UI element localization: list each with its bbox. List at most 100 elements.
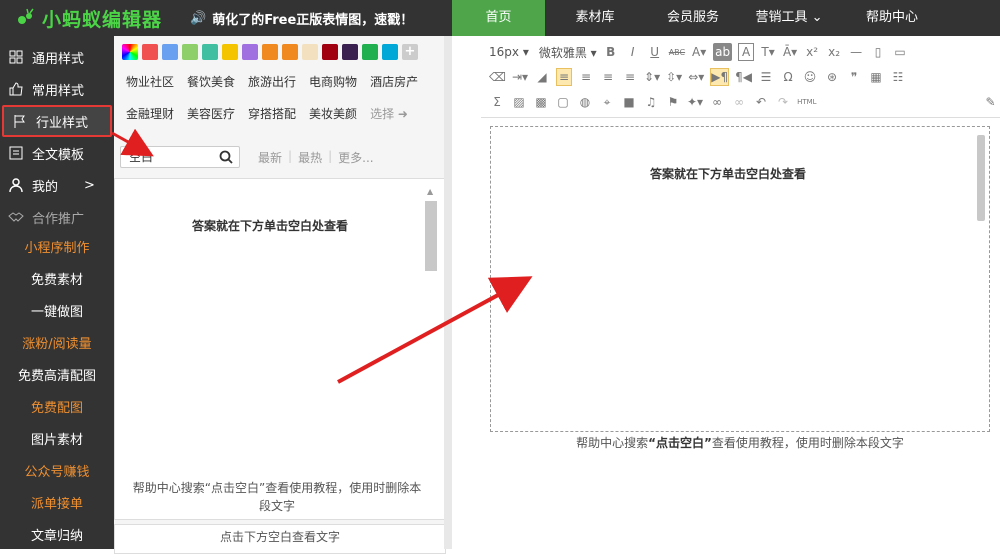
sort-hottest[interactable]: 最热 xyxy=(298,149,322,166)
list-icon[interactable]: ☰ xyxy=(758,68,774,86)
underline-icon[interactable]: U xyxy=(647,43,663,61)
link-icon[interactable]: ∞ xyxy=(709,93,725,111)
subscript-icon[interactable]: x₂ xyxy=(826,43,842,61)
italic-icon[interactable]: I xyxy=(625,43,641,61)
omega-icon[interactable]: Ω xyxy=(780,68,796,86)
nav-home[interactable]: 首页 xyxy=(452,0,545,36)
superscript-icon[interactable]: x² xyxy=(804,43,820,61)
app-logo[interactable]: 小蚂蚁编辑器 xyxy=(0,0,178,36)
search-input[interactable]: 空白 xyxy=(120,146,240,168)
nav-member[interactable]: 会员服务 xyxy=(645,0,741,36)
category-ecommerce[interactable]: 电商购物 xyxy=(309,74,357,90)
text-size-icon[interactable]: T▾ xyxy=(760,43,776,61)
search-icon[interactable] xyxy=(219,150,233,164)
align-left-icon[interactable]: ≡ xyxy=(556,68,573,86)
align-center-icon[interactable]: ≡ xyxy=(578,68,594,86)
category-select[interactable]: 选择 ➜ xyxy=(370,106,408,122)
color-swatch[interactable] xyxy=(142,44,158,60)
color-swatch[interactable] xyxy=(302,44,318,60)
sidebar-item-mine[interactable]: 我的 > xyxy=(0,169,114,201)
editor-scroll-thumb[interactable] xyxy=(977,135,985,221)
format-painter-icon[interactable]: ◢ xyxy=(534,68,550,86)
sidebar-link-miniprogram[interactable]: 小程序制作 xyxy=(0,233,114,265)
rtl-icon[interactable]: ¶◀ xyxy=(735,68,752,86)
color-swatch[interactable] xyxy=(242,44,258,60)
sidebar-link-hd-images[interactable]: 免费高清配图 xyxy=(0,361,114,393)
map-pin-icon[interactable]: ⌖ xyxy=(599,93,615,111)
sidebar-link-free-images[interactable]: 免费配图 xyxy=(0,393,114,425)
category-finance[interactable]: 金融理财 xyxy=(126,106,174,122)
justify-icon[interactable]: ≡ xyxy=(622,68,638,86)
magic-wand-icon[interactable]: ✦▾ xyxy=(687,93,703,111)
rainbow-swatch[interactable] xyxy=(122,44,138,60)
sort-more[interactable]: 更多... xyxy=(338,149,373,166)
editor-scrollbar[interactable] xyxy=(977,135,985,425)
style-card-second[interactable]: 点击下方空白查看文字 xyxy=(114,524,446,554)
eraser-icon[interactable]: ⌫ xyxy=(489,68,506,86)
color-swatch[interactable] xyxy=(222,44,238,60)
video-icon[interactable]: ■ xyxy=(621,93,637,111)
quote-icon[interactable]: ❞ xyxy=(846,68,862,86)
category-food[interactable]: 餐饮美食 xyxy=(187,74,235,90)
music-icon[interactable]: ♫ xyxy=(643,93,659,111)
bold-icon[interactable]: B xyxy=(603,43,619,61)
category-property[interactable]: 物业社区 xyxy=(126,74,174,90)
indent-icon[interactable]: ⇥▾ xyxy=(512,68,528,86)
sidebar-item-partner[interactable]: 合作推广 xyxy=(0,201,114,233)
sidebar-link-one-click[interactable]: 一键做图 xyxy=(0,297,114,329)
color-swatch[interactable] xyxy=(282,44,298,60)
html-icon[interactable]: HTML xyxy=(797,93,816,111)
emoji-icon[interactable]: ☺ xyxy=(802,68,818,86)
notice-banner[interactable]: 🔊 萌化了的Free正版表情图，速戳！ xyxy=(190,0,413,36)
font-size-select[interactable]: 16px ▾ xyxy=(489,45,529,59)
nav-help[interactable]: 帮助中心 xyxy=(837,0,947,36)
broom-icon[interactable]: ⚑ xyxy=(665,93,681,111)
category-outfit[interactable]: 穿搭搭配 xyxy=(248,106,296,122)
color-swatch[interactable] xyxy=(182,44,198,60)
horizontal-rule-icon[interactable]: — xyxy=(848,43,864,61)
color-swatch[interactable] xyxy=(262,44,278,60)
text-style-icon[interactable]: Ā▾ xyxy=(782,43,798,61)
search-replace-icon[interactable]: ⊛ xyxy=(824,68,840,86)
line-height-icon[interactable]: ⇕▾ xyxy=(644,68,660,86)
table-icon[interactable]: ▦ xyxy=(868,68,884,86)
sidebar-link-free-material[interactable]: 免费素材 xyxy=(0,265,114,297)
letter-spacing-icon[interactable]: ⇔▾ xyxy=(688,68,704,86)
color-swatch[interactable] xyxy=(342,44,358,60)
paragraph-direction-icon[interactable]: ▶¶ xyxy=(710,68,730,86)
sidebar-item-industry[interactable]: 行业样式 xyxy=(2,105,112,137)
image-gallery-icon[interactable]: ▩ xyxy=(533,93,549,111)
new-document-icon[interactable]: ▯ xyxy=(870,43,886,61)
frame-icon[interactable]: ▢ xyxy=(555,93,571,111)
border-text-icon[interactable]: A xyxy=(738,43,755,61)
sidebar-link-orders[interactable]: 派单接单 xyxy=(0,489,114,521)
undo-icon[interactable]: ↶ xyxy=(753,93,769,111)
paragraph-spacing-icon[interactable]: ⇳▾ xyxy=(666,68,682,86)
strikethrough-icon[interactable]: ABC xyxy=(669,43,685,61)
color-swatch[interactable] xyxy=(322,44,338,60)
category-hotel[interactable]: 酒店房产 xyxy=(370,74,418,90)
editor-content[interactable]: 答案就在下方单击空白处查看 xyxy=(490,126,990,432)
sidebar-link-followers[interactable]: 涨粉/阅读量 xyxy=(0,329,114,361)
panel-scrollbar[interactable] xyxy=(444,36,452,549)
sidebar-item-general[interactable]: 通用样式 xyxy=(0,41,114,73)
align-right-icon[interactable]: ≡ xyxy=(600,68,616,86)
redo-icon[interactable]: ↷ xyxy=(775,93,791,111)
card-scroll-thumb[interactable] xyxy=(425,201,437,271)
palette-icon[interactable]: ◍ xyxy=(577,93,593,111)
color-swatch[interactable] xyxy=(362,44,378,60)
image-icon[interactable]: ▨ xyxy=(511,93,527,111)
category-makeup[interactable]: 美妆美颜 xyxy=(309,106,357,122)
nav-materials[interactable]: 素材库 xyxy=(545,0,645,36)
style-card[interactable]: 答案就在下方单击空白处查看 帮助中心搜索“点击空白”查看使用教程，使用时删除本段… xyxy=(114,178,446,520)
preview-icon[interactable]: ▭ xyxy=(892,43,908,61)
font-family-select[interactable]: 微软雅黑 ▾ xyxy=(539,44,597,61)
edit-icon[interactable]: ✎ xyxy=(983,93,999,111)
sidebar-item-common[interactable]: 常用样式 xyxy=(0,73,114,105)
card-scrollbar[interactable]: ▲ xyxy=(425,187,437,513)
sidebar-link-image-material[interactable]: 图片素材 xyxy=(0,425,114,457)
category-travel[interactable]: 旅游出行 xyxy=(248,74,296,90)
sidebar-item-template[interactable]: 全文模板 xyxy=(0,137,114,169)
color-swatch[interactable] xyxy=(202,44,218,60)
sigma-icon[interactable]: Σ xyxy=(489,93,505,111)
